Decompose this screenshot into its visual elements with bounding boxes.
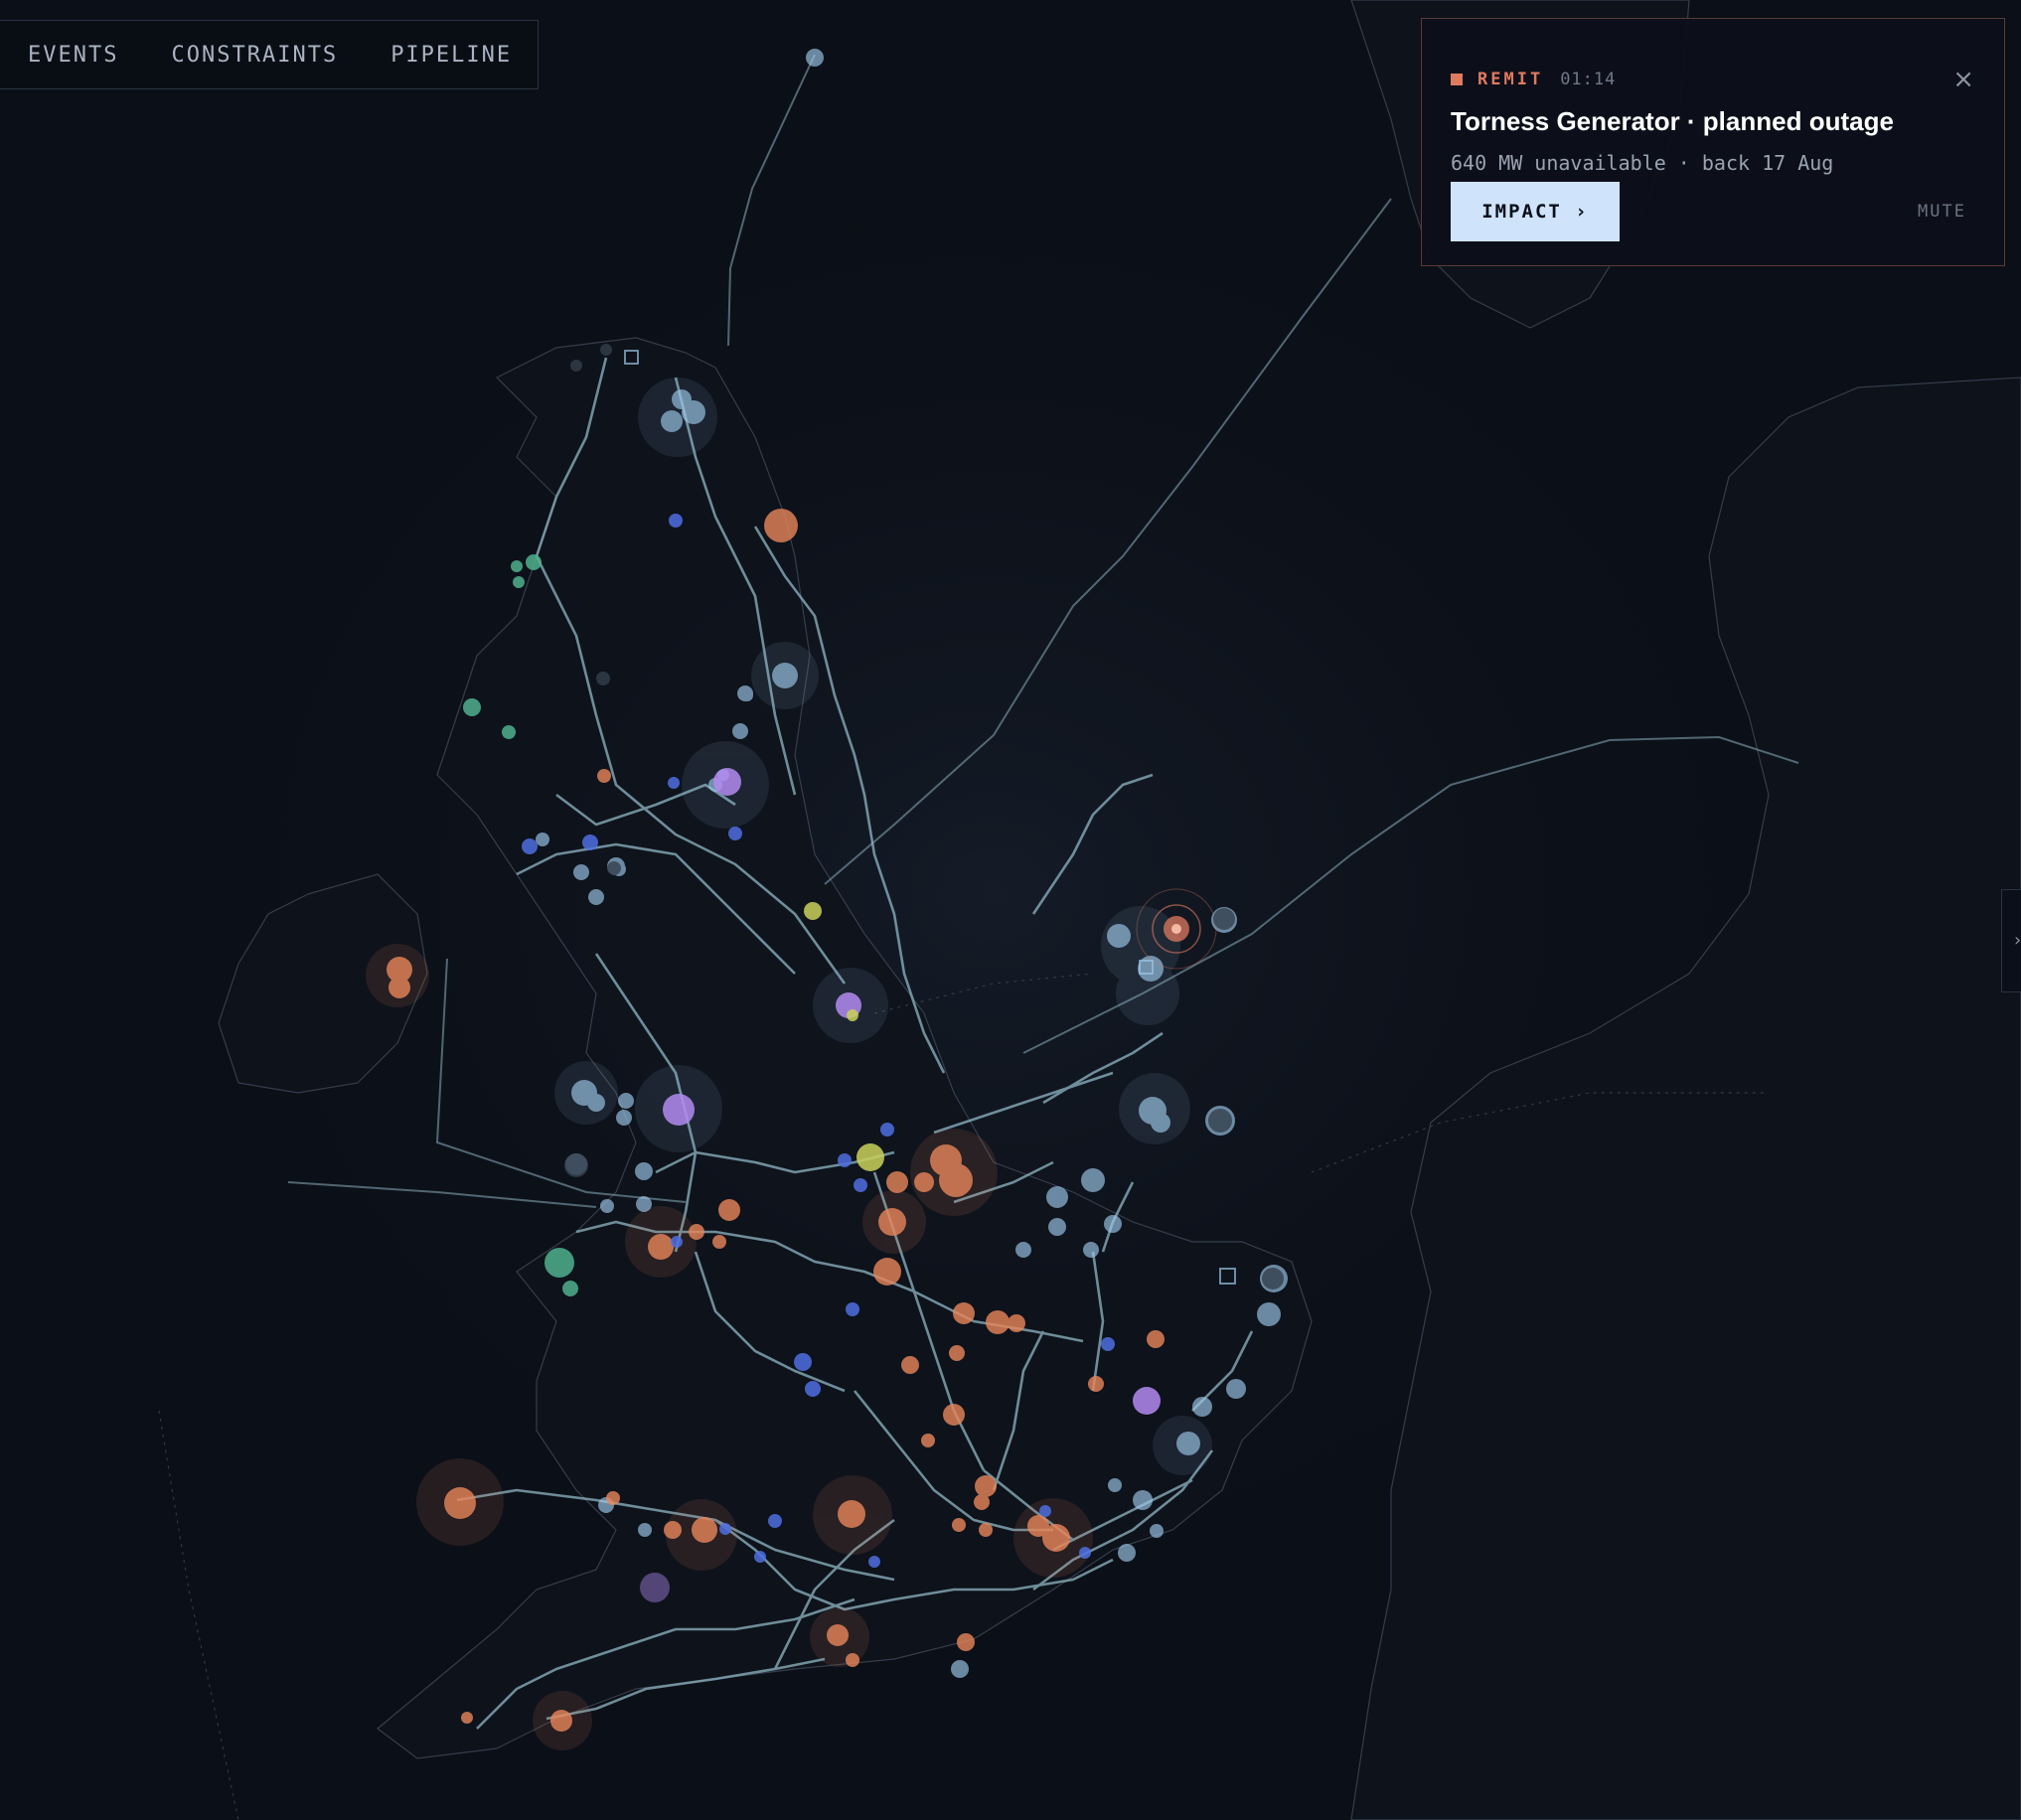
tab-pipeline[interactable]: PIPELINE bbox=[390, 43, 512, 68]
impact-button[interactable]: IMPACT › bbox=[1451, 182, 1620, 241]
tab-constraints[interactable]: CONSTRAINTS bbox=[171, 43, 338, 68]
mute-button[interactable]: MUTE bbox=[1918, 202, 1966, 222]
remit-square-icon bbox=[1451, 74, 1463, 85]
chevron-right-icon: › bbox=[2014, 930, 2021, 951]
top-nav: EVENTS CONSTRAINTS PIPELINE bbox=[0, 20, 539, 89]
side-panel-toggle[interactable]: › bbox=[2001, 889, 2021, 992]
grid-map[interactable] bbox=[0, 0, 2021, 1820]
tab-events[interactable]: EVENTS bbox=[28, 43, 118, 68]
alert-title: Torness Generator · planned outage bbox=[1451, 106, 1894, 136]
close-icon[interactable]: × bbox=[1952, 67, 1974, 92]
alert-time: 01:14 bbox=[1560, 70, 1617, 89]
remit-alert-card: REMIT 01:14 × Torness Generator · planne… bbox=[1421, 18, 2005, 266]
alert-tag: REMIT bbox=[1477, 70, 1544, 89]
alert-header: REMIT 01:14 bbox=[1451, 70, 1616, 89]
alert-subtitle: 640 MW unavailable · back 17 Aug bbox=[1451, 151, 1834, 175]
